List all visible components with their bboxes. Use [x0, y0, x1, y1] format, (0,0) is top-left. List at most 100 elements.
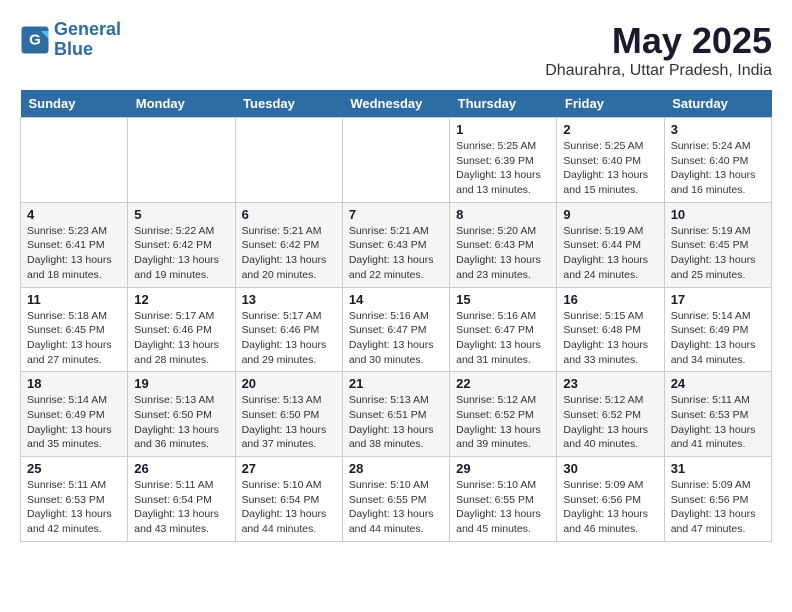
day-number: 24 [671, 376, 765, 391]
day-cell-29: 29 Sunrise: 5:10 AM Sunset: 6:55 PM Dayli… [450, 457, 557, 542]
day-cell-9: 9 Sunrise: 5:19 AM Sunset: 6:44 PM Daylig… [557, 202, 664, 287]
day-cell-16: 16Sunrise: 5:15 AM Sunset: 6:48 PM Dayli… [557, 287, 664, 372]
day-info: Sunrise: 5:12 AM Sunset: 6:52 PM Dayligh… [456, 393, 550, 452]
day-info: Sunrise: 5:11 AM Sunset: 6:54 PM Dayligh… [134, 478, 228, 537]
day-cell-17: 17 Sunrise: 5:14 AM Sunset: 6:49 PM Dayli… [664, 287, 771, 372]
day-number: 17 [671, 292, 765, 307]
weekday-header-friday: Friday [557, 90, 664, 118]
day-cell-15: 15 Sunrise: 5:16 AM Sunset: 6:47 PM Dayli… [450, 287, 557, 372]
day-cell-24: 24Sunrise: 5:11 AM Sunset: 6:53 PM Dayli… [664, 372, 771, 457]
day-number: 11 [27, 292, 121, 307]
day-cell-5: 5 Sunrise: 5:22 AM Sunset: 6:42 PM Daylig… [128, 202, 235, 287]
day-number: 6 [242, 207, 336, 222]
logo: G General Blue [20, 20, 121, 60]
day-cell-13: 13 Sunrise: 5:17 AM Sunset: 6:46 PM Dayli… [235, 287, 342, 372]
day-number: 9 [563, 207, 657, 222]
day-cell-28: 28 Sunrise: 5:10 AM Sunset: 6:55 PM Dayli… [342, 457, 449, 542]
day-info: Sunrise: 5:16 AM Sunset: 6:47 PM Dayligh… [456, 309, 550, 368]
day-info: Sunrise: 5:14 AM Sunset: 6:49 PM Dayligh… [671, 309, 765, 368]
day-info: Sunrise: 5:10 AM Sunset: 6:55 PM Dayligh… [456, 478, 550, 537]
day-number: 29 [456, 461, 550, 476]
day-cell-22: 22 Sunrise: 5:12 AM Sunset: 6:52 PM Dayli… [450, 372, 557, 457]
day-cell-10: 10Sunrise: 5:19 AM Sunset: 6:45 PM Dayli… [664, 202, 771, 287]
header: G General Blue May 2025 Dhaurahra, Uttar… [20, 20, 772, 80]
day-cell-27: 27Sunrise: 5:10 AM Sunset: 6:54 PM Dayli… [235, 457, 342, 542]
empty-cell [128, 118, 235, 203]
week-row-3: 11 Sunrise: 5:18 AM Sunset: 6:45 PM Dayli… [21, 287, 772, 372]
day-number: 3 [671, 122, 765, 137]
day-info: Sunrise: 5:18 AM Sunset: 6:45 PM Dayligh… [27, 309, 121, 368]
week-row-2: 4Sunrise: 5:23 AM Sunset: 6:41 PM Daylig… [21, 202, 772, 287]
day-info: Sunrise: 5:11 AM Sunset: 6:53 PM Dayligh… [27, 478, 121, 537]
day-info: Sunrise: 5:17 AM Sunset: 6:46 PM Dayligh… [134, 309, 228, 368]
day-number: 28 [349, 461, 443, 476]
logo-text: General Blue [54, 20, 121, 60]
month-title: May 2025 [545, 20, 772, 62]
day-number: 15 [456, 292, 550, 307]
day-cell-4: 4Sunrise: 5:23 AM Sunset: 6:41 PM Daylig… [21, 202, 128, 287]
day-info: Sunrise: 5:17 AM Sunset: 6:46 PM Dayligh… [242, 309, 336, 368]
day-info: Sunrise: 5:16 AM Sunset: 6:47 PM Dayligh… [349, 309, 443, 368]
day-info: Sunrise: 5:21 AM Sunset: 6:42 PM Dayligh… [242, 224, 336, 283]
day-info: Sunrise: 5:14 AM Sunset: 6:49 PM Dayligh… [27, 393, 121, 452]
day-number: 26 [134, 461, 228, 476]
day-number: 1 [456, 122, 550, 137]
day-info: Sunrise: 5:10 AM Sunset: 6:55 PM Dayligh… [349, 478, 443, 537]
day-number: 5 [134, 207, 228, 222]
day-number: 18 [27, 376, 121, 391]
logo-line2: Blue [54, 39, 93, 59]
day-cell-25: 25 Sunrise: 5:11 AM Sunset: 6:53 PM Dayli… [21, 457, 128, 542]
day-number: 8 [456, 207, 550, 222]
day-number: 20 [242, 376, 336, 391]
day-number: 12 [134, 292, 228, 307]
week-row-1: 1 Sunrise: 5:25 AM Sunset: 6:39 PM Daylig… [21, 118, 772, 203]
day-info: Sunrise: 5:09 AM Sunset: 6:56 PM Dayligh… [671, 478, 765, 537]
day-info: Sunrise: 5:19 AM Sunset: 6:45 PM Dayligh… [671, 224, 765, 283]
day-info: Sunrise: 5:13 AM Sunset: 6:50 PM Dayligh… [134, 393, 228, 452]
title-area: May 2025 Dhaurahra, Uttar Pradesh, India [545, 20, 772, 80]
day-info: Sunrise: 5:24 AM Sunset: 6:40 PM Dayligh… [671, 139, 765, 198]
logo-line1: General [54, 19, 121, 39]
day-number: 13 [242, 292, 336, 307]
day-info: Sunrise: 5:25 AM Sunset: 6:40 PM Dayligh… [563, 139, 657, 198]
day-cell-21: 21 Sunrise: 5:13 AM Sunset: 6:51 PM Dayli… [342, 372, 449, 457]
day-info: Sunrise: 5:13 AM Sunset: 6:50 PM Dayligh… [242, 393, 336, 452]
day-info: Sunrise: 5:21 AM Sunset: 6:43 PM Dayligh… [349, 224, 443, 283]
day-number: 22 [456, 376, 550, 391]
day-info: Sunrise: 5:13 AM Sunset: 6:51 PM Dayligh… [349, 393, 443, 452]
day-number: 21 [349, 376, 443, 391]
day-number: 27 [242, 461, 336, 476]
empty-cell [21, 118, 128, 203]
day-info: Sunrise: 5:22 AM Sunset: 6:42 PM Dayligh… [134, 224, 228, 283]
day-info: Sunrise: 5:12 AM Sunset: 6:52 PM Dayligh… [563, 393, 657, 452]
location-title: Dhaurahra, Uttar Pradesh, India [545, 62, 772, 80]
weekday-header-sunday: Sunday [21, 90, 128, 118]
day-cell-7: 7Sunrise: 5:21 AM Sunset: 6:43 PM Daylig… [342, 202, 449, 287]
day-number: 25 [27, 461, 121, 476]
day-number: 14 [349, 292, 443, 307]
calendar: SundayMondayTuesdayWednesdayThursdayFrid… [20, 90, 772, 542]
day-cell-30: 30Sunrise: 5:09 AM Sunset: 6:56 PM Dayli… [557, 457, 664, 542]
weekday-header-thursday: Thursday [450, 90, 557, 118]
week-row-4: 18 Sunrise: 5:14 AM Sunset: 6:49 PM Dayli… [21, 372, 772, 457]
day-number: 23 [563, 376, 657, 391]
empty-cell [342, 118, 449, 203]
day-info: Sunrise: 5:15 AM Sunset: 6:48 PM Dayligh… [563, 309, 657, 368]
day-cell-18: 18 Sunrise: 5:14 AM Sunset: 6:49 PM Dayli… [21, 372, 128, 457]
day-number: 30 [563, 461, 657, 476]
day-info: Sunrise: 5:25 AM Sunset: 6:39 PM Dayligh… [456, 139, 550, 198]
day-cell-19: 19Sunrise: 5:13 AM Sunset: 6:50 PM Dayli… [128, 372, 235, 457]
weekday-header-saturday: Saturday [664, 90, 771, 118]
weekday-header-row: SundayMondayTuesdayWednesdayThursdayFrid… [21, 90, 772, 118]
day-cell-12: 12 Sunrise: 5:17 AM Sunset: 6:46 PM Dayli… [128, 287, 235, 372]
day-cell-20: 20 Sunrise: 5:13 AM Sunset: 6:50 PM Dayli… [235, 372, 342, 457]
day-info: Sunrise: 5:20 AM Sunset: 6:43 PM Dayligh… [456, 224, 550, 283]
day-info: Sunrise: 5:23 AM Sunset: 6:41 PM Dayligh… [27, 224, 121, 283]
week-row-5: 25 Sunrise: 5:11 AM Sunset: 6:53 PM Dayli… [21, 457, 772, 542]
day-cell-6: 6 Sunrise: 5:21 AM Sunset: 6:42 PM Daylig… [235, 202, 342, 287]
svg-text:G: G [29, 31, 41, 48]
day-info: Sunrise: 5:19 AM Sunset: 6:44 PM Dayligh… [563, 224, 657, 283]
day-cell-14: 14 Sunrise: 5:16 AM Sunset: 6:47 PM Dayli… [342, 287, 449, 372]
day-cell-26: 26 Sunrise: 5:11 AM Sunset: 6:54 PM Dayli… [128, 457, 235, 542]
weekday-header-wednesday: Wednesday [342, 90, 449, 118]
